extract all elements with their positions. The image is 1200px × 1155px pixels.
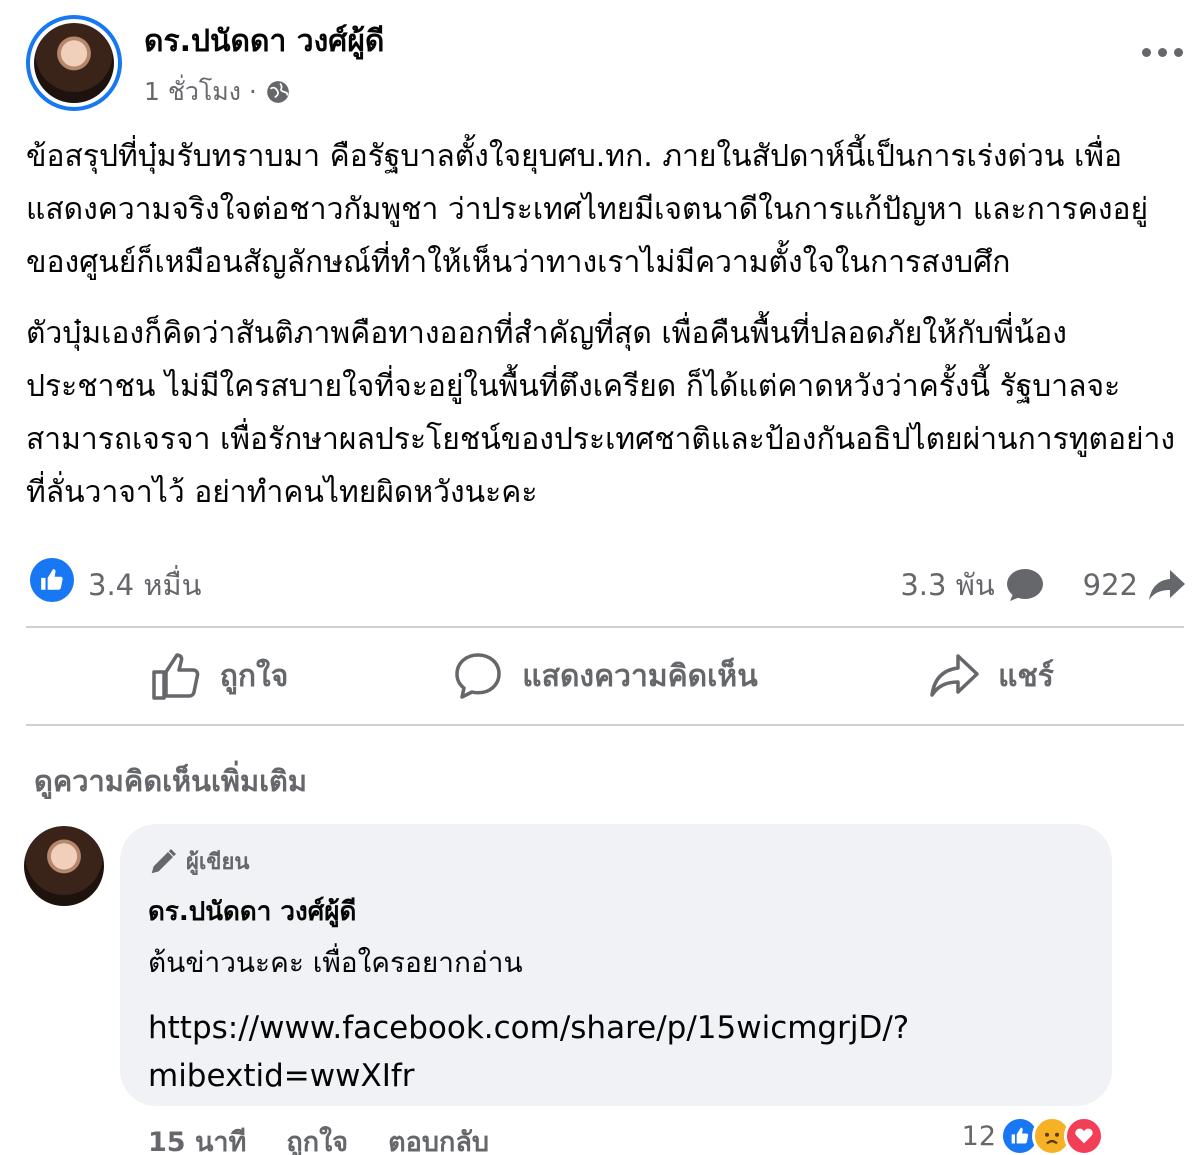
comment-bubble: ผู้เขียน ดร.ปนัดดา วงศ์ผู้ดี ต้นข่าวนะคะ… [120, 824, 1112, 1106]
comment-author[interactable]: ดร.ปนัดดา วงศ์ผู้ดี [148, 891, 1084, 932]
avatar-photo [34, 23, 114, 103]
more-options-icon[interactable] [1138, 40, 1186, 64]
like-label: ถูกใจ [219, 658, 289, 694]
comment-icon [455, 653, 502, 699]
post-meta: 1 ชั่วโมง · [144, 72, 291, 112]
post-header: ดร.ปนัดดา วงศ์ผู้ดี 1 ชั่วโมง · [26, 10, 1186, 112]
comment-like-button[interactable]: ถูกใจ [286, 1120, 348, 1155]
post-paragraph: ข้อสรุปที่บุ๋มรับทราบมา คือรัฐบาลตั้งใจย… [26, 139, 1149, 280]
like-button[interactable]: ถูกใจ [26, 636, 412, 716]
comment-footer: 15 นาที ถูกใจ ตอบกลับ [148, 1120, 489, 1155]
author-badge: ผู้เขียน [148, 844, 1084, 879]
reactions-summary: 3.4 หมื่น 3.3 พัน 922 [26, 556, 1186, 606]
share-count[interactable]: 922 [1083, 568, 1138, 602]
pencil-icon [151, 848, 176, 873]
view-more-comments-link[interactable]: ดูความคิดเห็นเพิ่มเติม [34, 758, 307, 804]
comment-label: แสดงความคิดเห็น [522, 658, 758, 694]
comment-time[interactable]: 15 นาที [148, 1120, 246, 1155]
post-time[interactable]: 1 ชั่วโมง · [144, 72, 257, 112]
comment-text: ต้นข่าวนะคะ เพื่อใครอยากอ่าน [148, 946, 523, 979]
link-line[interactable]: mibextid=wwXIfr [148, 1052, 1084, 1100]
post-body: ข้อสรุปที่บุ๋มรับทราบมา คือรัฐบาลตั้งใจย… [26, 130, 1176, 537]
divider [26, 724, 1184, 726]
comment-count[interactable]: 3.3 พัน [900, 562, 994, 608]
comment-avatar[interactable] [24, 826, 104, 906]
globe-icon [267, 81, 289, 103]
share-arrow-icon [1149, 570, 1185, 600]
comment-link[interactable]: https://www.facebook.com/share/p/15wicmg… [148, 1004, 1084, 1100]
comment-reaction-count: 12 [961, 1120, 996, 1152]
share-label: แชร์ [998, 658, 1054, 694]
author-badge-label: ผู้เขียน [186, 850, 250, 875]
link-line[interactable]: https://www.facebook.com/share/p/15wicmg… [148, 1004, 1084, 1052]
share-icon [930, 654, 979, 697]
post-actions: ถูกใจ แสดงความคิดเห็น แชร์ [26, 628, 1184, 724]
thumbs-up-icon [151, 653, 200, 700]
author-avatar[interactable] [26, 15, 122, 111]
comment-button[interactable]: แสดงความคิดเห็น [412, 636, 798, 716]
love-reaction-icon [1064, 1116, 1104, 1155]
engagement-stats: 3.3 พัน 922 [900, 562, 1186, 608]
comment-reply-button[interactable]: ตอบกลับ [388, 1120, 489, 1155]
author-name[interactable]: ดร.ปนัดดา วงศ์ผู้ดี [144, 18, 384, 65]
like-reaction-icon[interactable] [30, 558, 74, 602]
comment-reactions[interactable]: 12 [962, 1116, 1104, 1155]
share-button[interactable]: แชร์ [798, 636, 1184, 716]
like-count[interactable]: 3.4 หมื่น [88, 562, 201, 608]
comment-bubble-icon [1006, 569, 1043, 601]
post-paragraph: ตัวบุ๋มเองก็คิดว่าสันติภาพคือทางออกที่สำ… [26, 316, 1176, 510]
